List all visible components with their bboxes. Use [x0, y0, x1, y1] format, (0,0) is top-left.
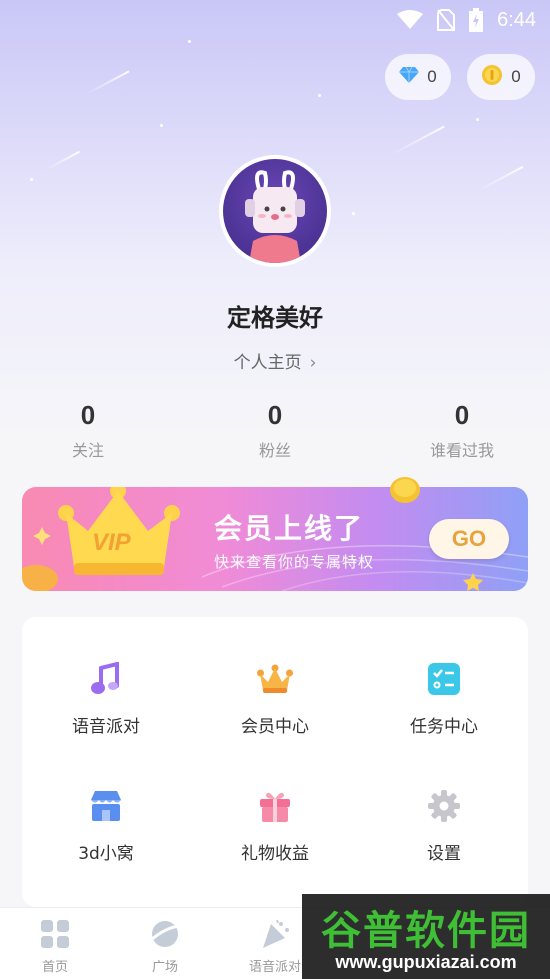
menu-label: 会员中心 [241, 717, 309, 737]
tab-label: 首页 [41, 960, 68, 975]
diamond-balance-button[interactable]: 0 [385, 54, 451, 100]
avatar[interactable] [219, 155, 331, 267]
status-time: 6:44 [497, 8, 536, 31]
avatar-character-icon [245, 170, 305, 263]
menu-item-3d-home[interactable]: 3d小窝 [22, 744, 190, 864]
menu-label: 礼物收益 [241, 844, 309, 864]
stat-following[interactable]: 0 关注 [8, 400, 168, 461]
stat-value: 0 [80, 400, 96, 430]
stat-label: 谁看过我 [429, 441, 494, 460]
menu-item-task-center[interactable]: 任务中心 [360, 617, 528, 737]
coin-count: 0 [511, 67, 521, 86]
tab-label: 广场 [151, 960, 178, 975]
coin-balance-button[interactable]: 0 [467, 54, 535, 100]
floating-coin-icon [390, 477, 420, 503]
stat-value: 0 [454, 400, 470, 430]
planet-icon [149, 918, 181, 950]
watermark-url: www.gupuxiazai.com [335, 952, 517, 972]
gear-icon [424, 788, 464, 823]
coin-icon [481, 64, 503, 91]
menu-item-gift-income[interactable]: 礼物收益 [191, 744, 359, 864]
diamond-count: 0 [427, 67, 437, 86]
tab-square[interactable]: 广场 [110, 908, 220, 979]
menu-label: 3d小窝 [78, 844, 134, 864]
stat-visitors[interactable]: 0 谁看过我 [382, 400, 542, 461]
personal-homepage-link[interactable]: 个人主页 › [0, 348, 550, 373]
shop-icon [86, 788, 126, 823]
stat-fans[interactable]: 0 粉丝 [195, 400, 355, 461]
vip-badge-text: VIP [92, 529, 131, 556]
menu-item-voice-party[interactable]: 语音派对 [22, 617, 190, 737]
wifi-icon [397, 10, 424, 30]
tab-home[interactable]: 首页 [0, 908, 110, 979]
vip-banner[interactable]: VIP 会员上线了 快来查看你的专属特权 GO [22, 487, 528, 591]
go-button[interactable]: GO [429, 519, 509, 559]
home-grid-icon [39, 918, 71, 950]
status-bar: 6:44 [0, 0, 550, 40]
stat-value: 0 [267, 400, 283, 430]
menu-label: 语音派对 [72, 717, 140, 737]
tab-label: 语音派对 [248, 960, 301, 975]
task-list-icon [424, 661, 464, 696]
chevron-right-icon: › [309, 353, 317, 373]
feature-menu-card: 语音派对 会员中心 任务中心 3d小窝 礼物收益 设置 [22, 617, 528, 907]
stat-label: 粉丝 [258, 441, 291, 460]
menu-item-settings[interactable]: 设置 [360, 744, 528, 864]
username: 定格美好 [227, 304, 323, 332]
gift-icon [255, 788, 295, 823]
menu-item-vip-center[interactable]: 会员中心 [191, 617, 359, 737]
star-icon [463, 573, 483, 591]
diamond-icon [399, 66, 420, 89]
no-sim-icon [437, 9, 456, 31]
menu-label: 设置 [427, 844, 461, 864]
battery-charging-icon [469, 8, 484, 32]
menu-label: 任务中心 [410, 717, 478, 737]
party-icon [259, 918, 291, 950]
banner-title: 会员上线了 [214, 512, 365, 545]
watermark: 谷普软件园 www.gupuxiazai.com [302, 894, 550, 979]
watermark-title: 谷普软件园 [321, 908, 531, 954]
banner-subtitle: 快来查看你的专属特权 [214, 553, 375, 571]
homepage-label: 个人主页 [233, 353, 302, 373]
crown-icon [255, 661, 295, 696]
music-note-icon [86, 661, 126, 696]
stat-label: 关注 [71, 441, 104, 460]
